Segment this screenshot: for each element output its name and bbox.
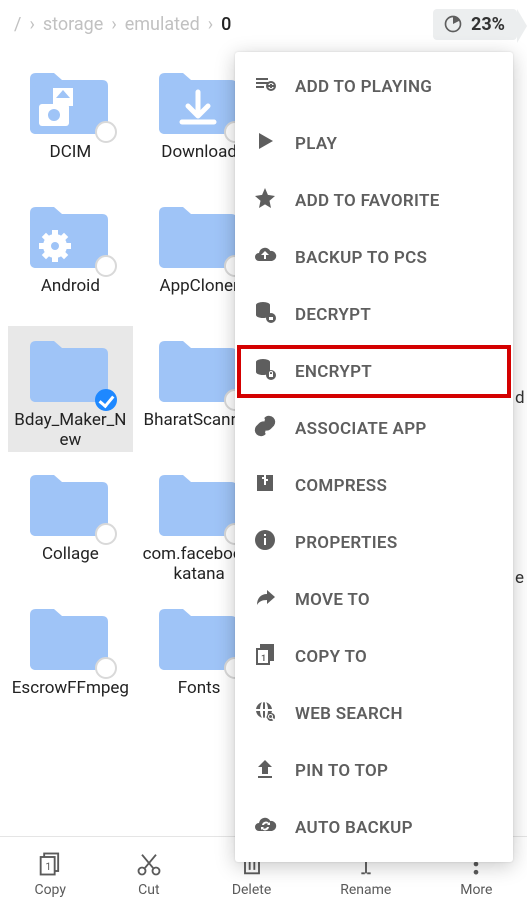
check-circle-icon [95, 389, 117, 411]
menu-item-label: WEB SEARCH [295, 704, 403, 724]
menu-item-label: ADD TO PLAYING [295, 77, 432, 97]
menu-item-label: BACKUP TO PCS [295, 248, 427, 268]
menu-item-backup-to-pcs[interactable]: BACKUP TO PCS [235, 229, 513, 286]
pie-chart-icon [443, 14, 463, 34]
scissors-icon [135, 850, 163, 878]
menu-item-pin-to-top[interactable]: PIN TO TOP [235, 742, 513, 799]
chevron-right-icon: › [204, 14, 217, 35]
status-dot-icon [95, 255, 117, 277]
link-icon [253, 414, 277, 443]
menu-item-label: PLAY [295, 134, 337, 154]
folder-item[interactable]: DCIM [8, 58, 133, 184]
folder-icon [25, 64, 115, 139]
storage-percent: 23% [471, 14, 505, 35]
folder-icon [154, 600, 244, 675]
cloud-sync-icon [253, 813, 277, 842]
folder-icon [25, 466, 115, 541]
copy-button[interactable]: 1 Copy [34, 850, 66, 898]
breadcrumb-bar: / › storage › emulated › 0 23% [0, 0, 527, 48]
svg-text:1: 1 [261, 654, 266, 664]
menu-item-label: COMPRESS [295, 476, 387, 496]
folder-item[interactable]: Bday_Maker_New [8, 326, 133, 452]
forward-icon [253, 585, 277, 614]
copy-label: Copy [34, 882, 66, 898]
globe-search-icon [253, 699, 277, 728]
playlist-add-icon [253, 72, 277, 101]
menu-item-label: ADD TO FAVORITE [295, 191, 440, 211]
menu-item-auto-backup[interactable]: AUTO BACKUP [235, 799, 513, 856]
chevron-right-icon: › [25, 14, 38, 35]
chevron-right-icon: › [107, 14, 120, 35]
menu-item-label: PIN TO TOP [295, 761, 388, 781]
status-dot-icon [95, 121, 117, 143]
folder-item[interactable]: Android [8, 192, 133, 318]
more-label: More [460, 882, 492, 898]
menu-item-play[interactable]: PLAY [235, 115, 513, 172]
menu-item-label: COPY TO [295, 647, 367, 667]
menu-item-label: DECRYPT [295, 305, 371, 325]
partial-column-hint: d e [515, 58, 527, 588]
menu-item-encrypt[interactable]: ENCRYPT [235, 343, 513, 400]
menu-item-associate-app[interactable]: ASSOCIATE APP [235, 400, 513, 457]
folder-icon [25, 600, 115, 675]
info-icon [253, 528, 277, 557]
star-icon [253, 186, 277, 215]
folder-icon [25, 198, 115, 273]
archive-icon [253, 471, 277, 500]
folder-label: Collage [10, 545, 131, 584]
menu-item-decrypt[interactable]: DECRYPT [235, 286, 513, 343]
db-lock-icon [253, 357, 277, 386]
svg-text:1: 1 [46, 859, 52, 872]
menu-item-label: AUTO BACKUP [295, 818, 413, 838]
folder-label: Bday_Maker_New [10, 411, 131, 450]
menu-item-copy-to[interactable]: 1 COPY TO [235, 628, 513, 685]
cut-label: Cut [138, 882, 159, 898]
folder-item[interactable]: Collage [8, 460, 133, 586]
menu-item-properties[interactable]: PROPERTIES [235, 514, 513, 571]
db-unlock-icon [253, 300, 277, 329]
breadcrumb-root[interactable]: / [10, 14, 25, 35]
pin-up-icon [253, 756, 277, 785]
cloud-up-icon [253, 243, 277, 272]
status-dot-icon [95, 657, 117, 679]
context-menu: ADD TO PLAYING PLAY ADD TO FAVORITE BACK… [235, 52, 513, 862]
folder-icon [154, 64, 244, 139]
folder-icon [25, 332, 115, 407]
folder-label: Android [10, 277, 131, 316]
menu-item-label: ASSOCIATE APP [295, 419, 427, 439]
status-dot-icon [95, 523, 117, 545]
breadcrumb-current[interactable]: 0 [217, 14, 235, 35]
menu-item-move-to[interactable]: MOVE TO [235, 571, 513, 628]
copy-icon: 1 [36, 850, 64, 878]
menu-item-label: MOVE TO [295, 590, 370, 610]
menu-item-compress[interactable]: COMPRESS [235, 457, 513, 514]
play-icon [253, 129, 277, 158]
storage-badge[interactable]: 23% [433, 9, 517, 40]
folder-icon [154, 466, 244, 541]
breadcrumb-storage[interactable]: storage [39, 14, 107, 35]
menu-item-label: ENCRYPT [295, 362, 372, 382]
folder-label: DCIM [10, 143, 131, 182]
menu-item-label: PROPERTIES [295, 533, 398, 553]
breadcrumb-emulated[interactable]: emulated [121, 14, 204, 35]
menu-item-add-to-playing[interactable]: ADD TO PLAYING [235, 58, 513, 115]
rename-label: Rename [340, 882, 391, 898]
menu-item-web-search[interactable]: WEB SEARCH [235, 685, 513, 742]
copy-page-icon: 1 [253, 642, 277, 671]
cut-button[interactable]: Cut [135, 850, 163, 898]
folder-item[interactable]: EscrowFFmpeg [8, 594, 133, 720]
folder-icon [154, 198, 244, 273]
menu-item-add-to-favorite[interactable]: ADD TO FAVORITE [235, 172, 513, 229]
folder-label: EscrowFFmpeg [10, 679, 131, 718]
folder-icon [154, 332, 244, 407]
delete-label: Delete [232, 882, 271, 898]
